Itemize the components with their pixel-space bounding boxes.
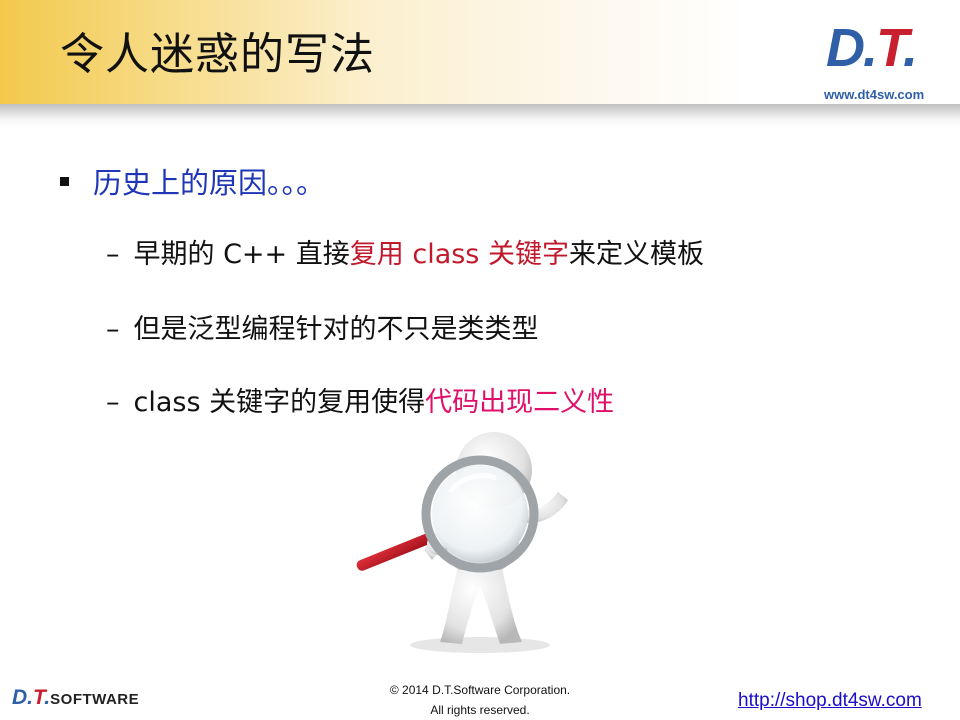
dt-logo: D.T. xyxy=(826,18,918,78)
highlight-reuse-class: 复用 class 关键字 xyxy=(349,239,569,270)
sub-bullet-3-text: class 关键字的复用使得代码出现二义性 xyxy=(133,387,615,418)
sub-bullet-1-text: 早期的 C++ 直接复用 class 关键字来定义模板 xyxy=(133,239,704,270)
footer-logo: D.T.SOFTWARE xyxy=(12,686,140,709)
main-bullet: 历史上的原因。。。 xyxy=(60,160,325,202)
header-shadow xyxy=(0,104,960,130)
shop-link[interactable]: http://shop.dt4sw.com xyxy=(738,690,922,712)
sub-bullet-2: – 但是泛型编程针对的不只是类类型 xyxy=(106,307,539,346)
copyright-notice: © 2014 D.T.Software Corporation. All rig… xyxy=(389,683,571,717)
sub-bullet-3: – class 关键字的复用使得代码出现二义性 xyxy=(106,380,614,419)
sub-bullet-1: – 早期的 C++ 直接复用 class 关键字来定义模板 xyxy=(106,232,704,271)
main-bullet-text: 历史上的原因。。。 xyxy=(93,166,326,200)
magnifier-figure-illustration xyxy=(356,432,568,653)
bullet-square-icon xyxy=(60,176,69,186)
logo-url: www.dt4sw.com xyxy=(824,87,925,102)
highlight-ambiguity: 代码出现二义性 xyxy=(425,387,615,418)
sub-bullet-2-text: 但是泛型编程针对的不只是类类型 xyxy=(133,314,539,345)
slide-title: 令人迷惑的写法 xyxy=(60,29,375,80)
